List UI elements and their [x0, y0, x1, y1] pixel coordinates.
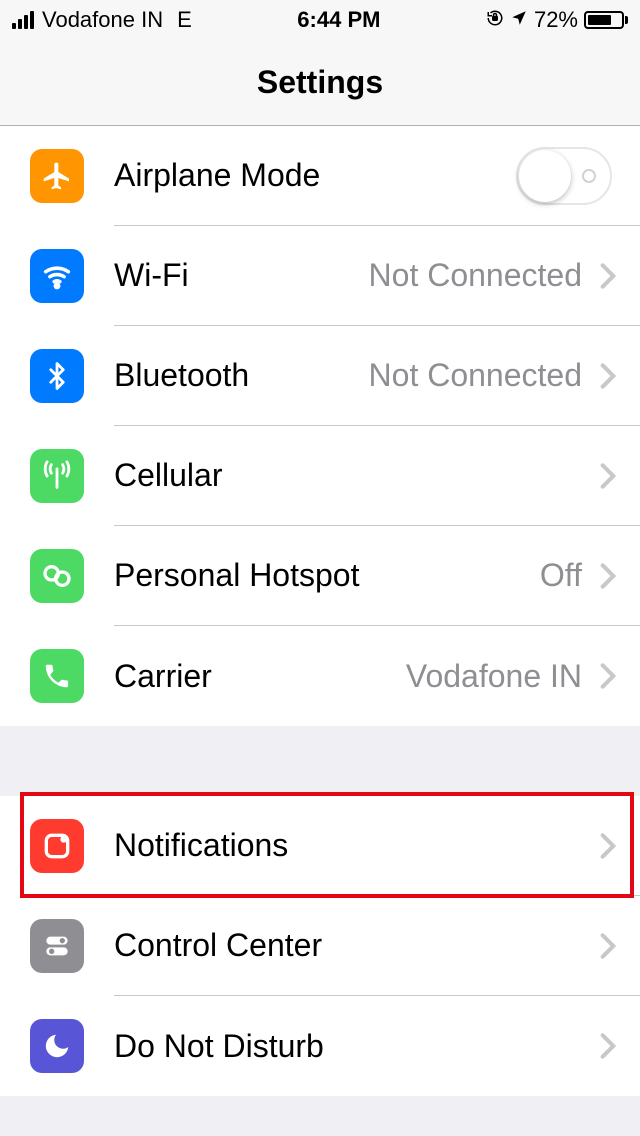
page-title: Settings: [257, 64, 383, 101]
network-type: E: [177, 7, 192, 33]
row-label: Personal Hotspot: [114, 557, 540, 594]
row-label: Carrier: [114, 658, 406, 695]
row-do-not-disturb[interactable]: Do Not Disturb: [0, 996, 640, 1096]
chevron-right-icon: [600, 562, 616, 590]
row-detail: Not Connected: [369, 257, 582, 294]
chevron-right-icon: [600, 462, 616, 490]
row-label: Cellular: [114, 457, 600, 494]
settings-group-system: Notifications Control Center Do Not Dist…: [0, 796, 640, 1096]
row-bluetooth[interactable]: Bluetooth Not Connected: [0, 326, 640, 426]
row-label: Control Center: [114, 927, 600, 964]
status-right: 72%: [486, 7, 628, 33]
nav-header: Settings: [0, 40, 640, 126]
row-control-center[interactable]: Control Center: [0, 896, 640, 996]
signal-icon: [12, 11, 34, 29]
chevron-right-icon: [600, 932, 616, 960]
airplane-icon: [30, 149, 84, 203]
wifi-icon: [30, 249, 84, 303]
moon-icon: [30, 1019, 84, 1073]
chevron-right-icon: [600, 662, 616, 690]
row-detail: Vodafone IN: [406, 658, 582, 695]
row-airplane-mode[interactable]: Airplane Mode: [0, 126, 640, 226]
notifications-icon: [30, 819, 84, 873]
row-label: Wi-Fi: [114, 257, 369, 294]
row-label: Notifications: [114, 827, 600, 864]
settings-group-connectivity: Airplane Mode Wi-Fi Not Connected Blueto…: [0, 126, 640, 726]
battery-icon: [584, 11, 628, 29]
row-wifi[interactable]: Wi-Fi Not Connected: [0, 226, 640, 326]
hotspot-icon: [30, 549, 84, 603]
row-label: Airplane Mode: [114, 157, 516, 194]
chevron-right-icon: [600, 1032, 616, 1060]
row-notifications[interactable]: Notifications: [0, 796, 640, 896]
battery-percent: 72%: [534, 7, 578, 33]
chevron-right-icon: [600, 362, 616, 390]
row-carrier[interactable]: Carrier Vodafone IN: [0, 626, 640, 726]
cellular-icon: [30, 449, 84, 503]
carrier-label: Vodafone IN: [42, 7, 163, 33]
row-cellular[interactable]: Cellular: [0, 426, 640, 526]
control-center-icon: [30, 919, 84, 973]
chevron-right-icon: [600, 832, 616, 860]
chevron-right-icon: [600, 262, 616, 290]
row-label: Bluetooth: [114, 357, 369, 394]
orientation-lock-icon: [486, 9, 504, 32]
status-bar: Vodafone IN E 6:44 PM 72%: [0, 0, 640, 40]
row-detail: Not Connected: [369, 357, 582, 394]
row-hotspot[interactable]: Personal Hotspot Off: [0, 526, 640, 626]
phone-icon: [30, 649, 84, 703]
status-left: Vodafone IN E: [12, 7, 192, 33]
row-detail: Off: [540, 557, 582, 594]
airplane-toggle[interactable]: [516, 147, 612, 205]
bluetooth-icon: [30, 349, 84, 403]
row-label: Do Not Disturb: [114, 1028, 600, 1065]
status-time: 6:44 PM: [297, 7, 380, 33]
location-icon: [510, 7, 528, 33]
